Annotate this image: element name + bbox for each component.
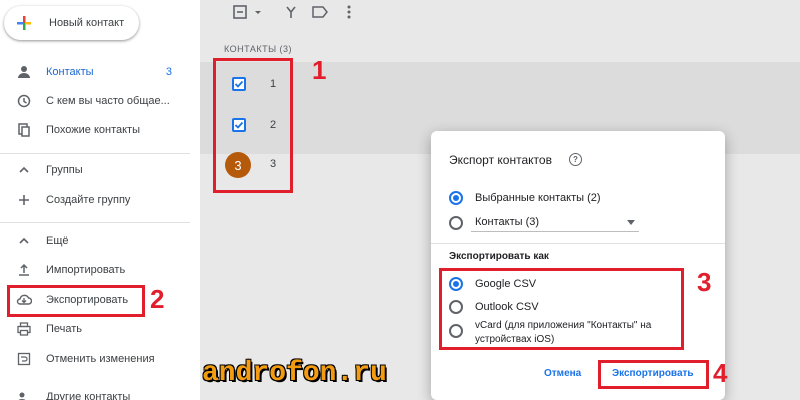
chevron-up-icon: [16, 162, 32, 178]
sidebar-item-label: Группы: [46, 164, 83, 176]
sidebar-item-label: Похожие контакты: [46, 124, 140, 136]
sidebar-item-contacts[interactable]: Контакты 3: [0, 59, 190, 85]
contacts-select[interactable]: [471, 231, 639, 232]
plus-icon: [16, 192, 32, 208]
contacts-header: КОНТАКТЫ (3): [224, 44, 293, 54]
dropdown-arrow-icon[interactable]: [627, 220, 635, 225]
sidebar-item-similar[interactable]: Похожие контакты: [0, 117, 190, 143]
sidebar-item-undo[interactable]: Отменить изменения: [0, 346, 190, 372]
sidebar-item-label: Контакты: [46, 66, 94, 78]
dialog-title: Экспорт контактов: [449, 153, 552, 167]
people-icon: [16, 389, 32, 400]
annotation-box-3: [439, 268, 684, 350]
sidebar: Новый контакт Контакты 3 С кем вы часто …: [0, 0, 200, 400]
option-selected-contacts: Выбранные контакты (2): [475, 192, 601, 204]
copy-icon: [16, 122, 32, 138]
divider: [431, 243, 725, 244]
sidebar-item-print[interactable]: Печать: [0, 316, 190, 342]
new-contact-label: Новый контакт: [49, 17, 125, 29]
annotation-box-2: [7, 285, 145, 317]
sidebar-item-frequent[interactable]: С кем вы часто общае...: [0, 88, 190, 114]
sidebar-item-create-group[interactable]: Создайте группу: [0, 187, 190, 213]
contacts-count: 3: [165, 66, 172, 78]
restore-icon: [16, 351, 32, 367]
sidebar-item-import[interactable]: Импортировать: [0, 257, 190, 283]
cancel-button[interactable]: Отмена: [544, 368, 581, 379]
merge-icon[interactable]: [282, 3, 300, 21]
sidebar-item-label: С кем вы часто общае...: [46, 95, 170, 107]
annotation-box-4: [598, 360, 709, 389]
watermark: androfon.ru: [202, 358, 387, 389]
radio-selected-contacts[interactable]: [449, 191, 463, 205]
sidebar-item-label: Ещё: [46, 235, 69, 247]
chevron-up-icon: [16, 233, 32, 249]
toolbar: [200, 0, 800, 26]
sidebar-item-groups[interactable]: Группы: [0, 157, 190, 183]
annotation-box-1: [213, 58, 293, 193]
sidebar-item-other-contacts[interactable]: Другие контакты: [0, 384, 190, 400]
annotation-label-4: 4: [713, 358, 728, 388]
colored-plus-icon: [17, 16, 31, 30]
history-icon: [16, 93, 32, 109]
option-all-contacts: Контакты (3): [475, 216, 540, 228]
sidebar-item-label: Печать: [46, 323, 83, 335]
person-icon: [16, 64, 32, 80]
sidebar-item-label: Отменить изменения: [46, 353, 155, 365]
label-icon[interactable]: [311, 3, 329, 21]
sidebar-item-label: Создайте группу: [46, 194, 131, 206]
divider: [0, 153, 190, 154]
new-contact-button[interactable]: Новый контакт: [4, 6, 139, 40]
sidebar-item-more[interactable]: Ещё: [0, 228, 190, 254]
more-vert-icon[interactable]: [340, 3, 358, 21]
sidebar-item-label: Импортировать: [46, 264, 126, 276]
chevron-down-icon[interactable]: [249, 3, 267, 21]
annotation-label-2: 2: [150, 284, 165, 314]
select-checkbox-icon[interactable]: [231, 3, 249, 21]
help-icon[interactable]: ?: [569, 153, 582, 166]
radio-all-contacts[interactable]: [449, 216, 463, 230]
divider: [0, 222, 190, 223]
annotation-label-1: 1: [312, 55, 327, 85]
annotation-label-3: 3: [697, 267, 712, 297]
export-as-label: Экспортировать как: [449, 251, 549, 262]
sidebar-item-label: Другие контакты: [46, 391, 131, 400]
print-icon: [16, 321, 32, 337]
upload-icon: [16, 262, 32, 278]
